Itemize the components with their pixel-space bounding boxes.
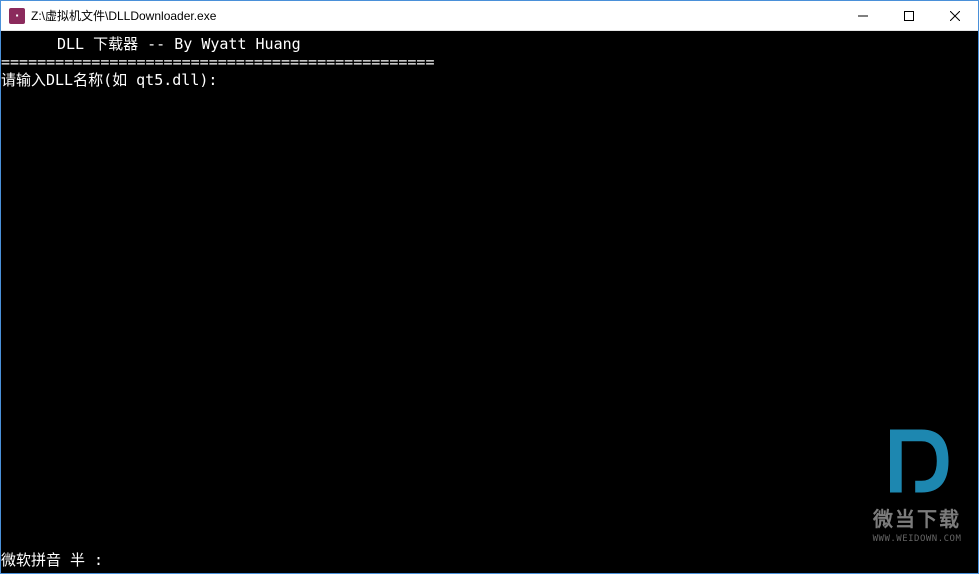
close-icon	[950, 11, 960, 21]
close-button[interactable]	[932, 1, 978, 30]
watermark-logo-icon	[872, 416, 962, 506]
watermark-title: 微当下载	[872, 510, 962, 528]
console-area[interactable]: DLL 下载器 -- By Wyatt Huang ==============…	[1, 31, 978, 573]
console-header: DLL 下载器 -- By Wyatt Huang	[1, 35, 978, 53]
app-window: ▪ Z:\虚拟机文件\DLLDownloader.exe DLL 下载器 -- …	[0, 0, 979, 574]
window-controls	[840, 1, 978, 30]
minimize-icon	[858, 11, 868, 21]
maximize-icon	[904, 11, 914, 21]
titlebar[interactable]: ▪ Z:\虚拟机文件\DLLDownloader.exe	[1, 1, 978, 31]
watermark-url: WWW.WEIDOWN.COM	[872, 530, 962, 548]
minimize-button[interactable]	[840, 1, 886, 30]
console-prompt: 请输入DLL名称(如 qt5.dll):	[1, 71, 978, 89]
ime-status-bar: 微软拼音 半 :	[1, 551, 103, 569]
maximize-button[interactable]	[886, 1, 932, 30]
app-icon: ▪	[9, 8, 25, 24]
watermark: 微当下载 WWW.WEIDOWN.COM	[872, 416, 962, 548]
console-separator: ========================================…	[1, 53, 978, 71]
window-title: Z:\虚拟机文件\DLLDownloader.exe	[31, 7, 840, 24]
